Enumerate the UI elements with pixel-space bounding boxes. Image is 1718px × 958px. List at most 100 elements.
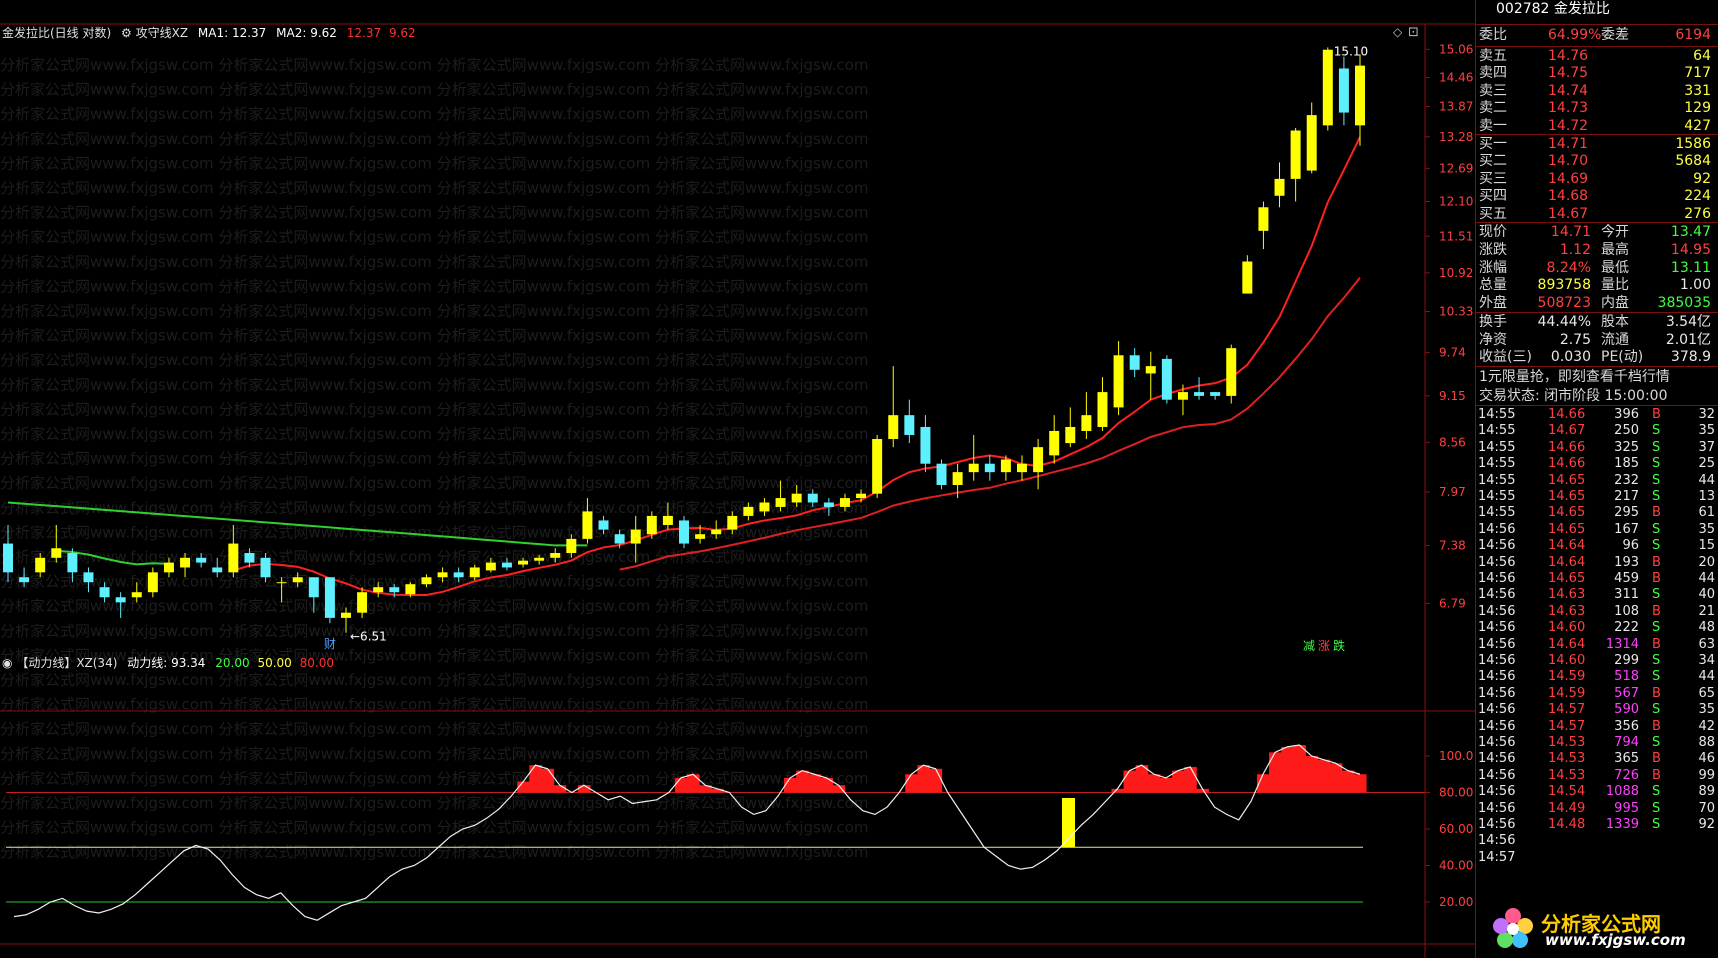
candle-body[interactable] <box>453 572 464 578</box>
candle-body[interactable] <box>341 612 351 618</box>
candle-body[interactable] <box>131 592 142 598</box>
candle-body[interactable] <box>83 572 94 583</box>
candle-body[interactable] <box>952 472 963 485</box>
candle-body[interactable] <box>614 534 625 544</box>
candle-body[interactable] <box>389 587 400 593</box>
candle-body[interactable] <box>421 577 432 585</box>
candle-body[interactable] <box>437 572 448 578</box>
candle-body[interactable] <box>518 560 529 565</box>
candle-body[interactable] <box>292 577 303 583</box>
candle-body[interactable] <box>872 439 883 494</box>
tick-row[interactable]: 14:56 14.53 365 B 46 <box>1476 750 1718 768</box>
tick-row[interactable]: 14:56 14.63 108 B 21 <box>1476 603 1718 621</box>
tick-row[interactable]: 14:56 14.57 356 B 42 <box>1476 718 1718 736</box>
candle-body[interactable] <box>1194 392 1205 396</box>
candle-body[interactable] <box>920 426 931 464</box>
candle-body[interactable] <box>469 567 480 578</box>
tick-row[interactable]: 14:56 14.64 1314 B 63 <box>1476 636 1718 654</box>
candle-body[interactable] <box>1306 115 1317 171</box>
candle-body[interactable] <box>1081 415 1092 431</box>
candle-body[interactable] <box>839 498 850 507</box>
tick-row[interactable]: 14:56 14.48 1339 S 92 <box>1476 816 1718 834</box>
tick-row[interactable]: 14:55 14.65 295 B 61 <box>1476 504 1718 522</box>
candle-body[interactable] <box>244 553 255 563</box>
candle-body[interactable] <box>308 577 319 598</box>
candle-body[interactable] <box>743 506 754 516</box>
tick-row[interactable]: 14:56 14.57 590 S 35 <box>1476 701 1718 719</box>
candle-body[interactable] <box>19 577 30 583</box>
candle-body[interactable] <box>1290 130 1301 179</box>
candle-body[interactable] <box>1000 459 1011 473</box>
candle-body[interactable] <box>1355 65 1365 126</box>
candle-body[interactable] <box>823 502 834 507</box>
candle-body[interactable] <box>775 498 786 507</box>
candle-body[interactable] <box>115 597 126 603</box>
candle-body[interactable] <box>630 529 641 544</box>
tick-row[interactable]: 14:56 14.53 726 B 99 <box>1476 767 1718 785</box>
candle-body[interactable] <box>695 534 706 539</box>
candle-body[interactable] <box>534 557 545 561</box>
tick-row[interactable]: 14:55 14.65 232 S 44 <box>1476 472 1718 490</box>
collapse-icon[interactable]: ◉ <box>2 656 12 670</box>
tick-row[interactable]: 14:55 14.66 396 B 32 <box>1476 406 1718 424</box>
candle-body[interactable] <box>598 520 609 530</box>
candle-body[interactable] <box>968 463 979 473</box>
candle-body[interactable] <box>1065 426 1076 444</box>
promo-text[interactable]: 1元限量抢，即刻查看千档行情 <box>1479 368 1670 387</box>
indicator-name[interactable]: 攻守线XZ <box>136 26 188 40</box>
tick-row[interactable]: 14:56 14.59 518 S 44 <box>1476 668 1718 686</box>
candle-body[interactable] <box>856 493 867 499</box>
candle-body[interactable] <box>212 567 223 573</box>
candle-body[interactable] <box>485 562 496 571</box>
candle-body[interactable] <box>147 572 158 593</box>
candle-body[interactable] <box>67 553 78 573</box>
tick-row[interactable]: 14:56 14.49 995 S 70 <box>1476 800 1718 818</box>
tick-row[interactable]: 14:55 14.66 325 S 37 <box>1476 439 1718 457</box>
candle-body[interactable] <box>196 557 207 563</box>
tick-row[interactable]: 14:55 14.65 217 S 13 <box>1476 488 1718 506</box>
candle-body[interactable] <box>99 587 110 598</box>
candle-body[interactable] <box>759 502 770 512</box>
tick-row[interactable]: 14:56 14.65 167 S 35 <box>1476 521 1718 539</box>
promo-link[interactable]: 1元限量抢，即刻查看千档行情 <box>1476 368 1718 387</box>
candle-body[interactable] <box>1242 261 1253 294</box>
tick-row[interactable]: 14:56 14.63 311 S 40 <box>1476 586 1718 604</box>
candle-body[interactable] <box>1145 366 1156 374</box>
candle-body[interactable] <box>1210 392 1221 396</box>
candle-body[interactable] <box>228 543 239 573</box>
gear-icon[interactable]: ⚙ <box>121 26 132 40</box>
candle-body[interactable] <box>1033 447 1044 473</box>
candle-body[interactable] <box>1226 348 1237 396</box>
candle-body[interactable] <box>582 511 593 539</box>
tick-row[interactable]: 14:56 14.60 222 S 48 <box>1476 619 1718 637</box>
candle-body[interactable] <box>646 515 657 535</box>
candle-body[interactable] <box>357 592 368 613</box>
tick-row[interactable]: 14:56 14.64 96 S 15 <box>1476 537 1718 555</box>
tick-row[interactable]: 14:55 14.67 250 S 35 <box>1476 422 1718 440</box>
candle-body[interactable] <box>373 587 384 593</box>
candle-body[interactable] <box>1017 463 1027 473</box>
candle-body[interactable] <box>904 415 915 435</box>
candle-body[interactable] <box>936 463 947 485</box>
candle-body[interactable] <box>888 415 899 440</box>
tick-row[interactable]: 14:56 14.53 794 S 88 <box>1476 734 1718 752</box>
candle-body[interactable] <box>180 557 191 568</box>
candle-body[interactable] <box>501 562 512 568</box>
candle-body[interactable] <box>1129 355 1140 370</box>
tick-row[interactable]: 14:56 <box>1476 832 1718 850</box>
candle-body[interactable] <box>662 515 673 526</box>
tick-row[interactable]: 14:56 14.65 459 B 44 <box>1476 570 1718 588</box>
candle-body[interactable] <box>550 553 561 558</box>
candle-body[interactable] <box>984 463 995 473</box>
kline-chart-area[interactable]: 分析家公式网www.fxjgsw.com 分析家公式网www.fxjgsw.co… <box>0 0 1475 958</box>
candle-body[interactable] <box>1258 207 1269 231</box>
candle-body[interactable] <box>807 493 818 503</box>
candle-body[interactable] <box>405 584 416 595</box>
tick-row[interactable]: 14:55 14.66 185 S 25 <box>1476 455 1718 473</box>
candle-body[interactable] <box>276 582 287 584</box>
tick-row[interactable]: 14:56 14.60 299 S 34 <box>1476 652 1718 670</box>
candle-body[interactable] <box>1177 392 1188 400</box>
tick-row[interactable]: 14:56 14.54 1088 S 89 <box>1476 783 1718 801</box>
candle-body[interactable] <box>51 548 62 558</box>
candle-body[interactable] <box>791 493 802 503</box>
